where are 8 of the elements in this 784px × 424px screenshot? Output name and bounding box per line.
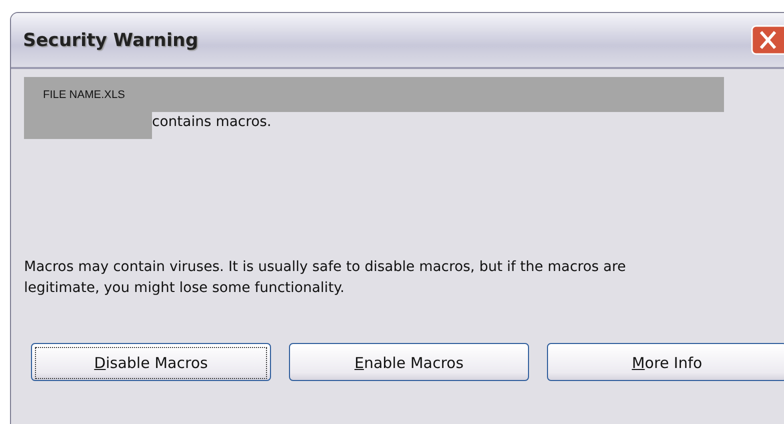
file-name: FILE NAME.XLS bbox=[43, 88, 125, 100]
warning-text: Macros may contain viruses. It is usually safe to disable macros, but if the macros are legitimate, you might lose some functionality. bbox=[24, 258, 627, 298]
dialog-button[interactable]: Disable Macros bbox=[31, 343, 271, 381]
dialog-button[interactable]: Enable Macros bbox=[289, 343, 529, 381]
dialog-button[interactable]: More Info bbox=[547, 343, 784, 381]
close-icon[interactable] bbox=[751, 25, 784, 55]
window-title: Security Warning bbox=[23, 30, 198, 50]
macro-message: contains macros. bbox=[152, 114, 272, 130]
